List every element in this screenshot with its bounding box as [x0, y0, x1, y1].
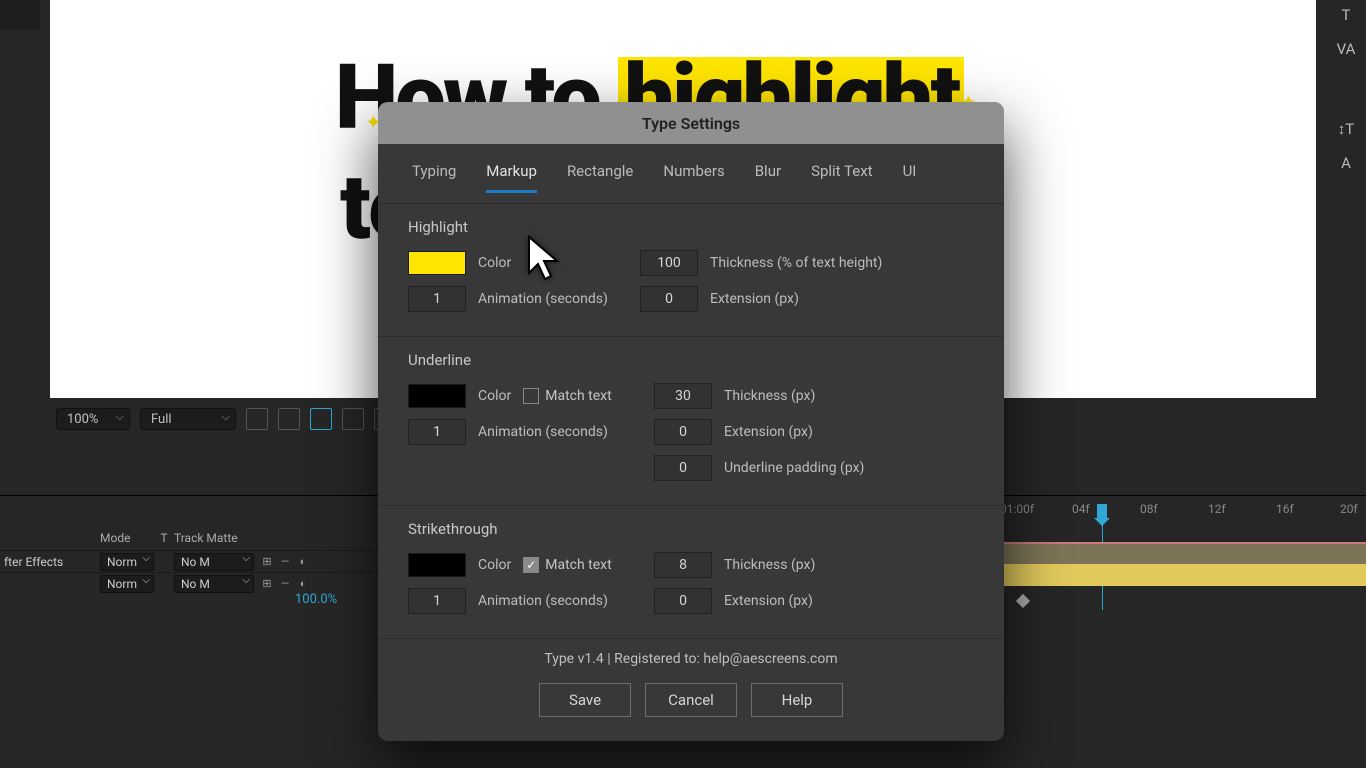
tab-rectangle[interactable]: Rectangle	[567, 162, 633, 193]
highlight-animation-input[interactable]: 1	[408, 286, 466, 312]
leading-panel-icon[interactable]: ↕T	[1328, 120, 1364, 148]
strikethrough-title: Strikethrough	[408, 520, 974, 538]
align-panel-icon[interactable]: A	[1328, 154, 1364, 182]
trackmatte-header: Track Matte	[174, 531, 254, 545]
highlight-color-label: Color	[478, 255, 511, 271]
underline-thickness-label: Thickness (px)	[724, 388, 815, 404]
dialog-title: Type Settings	[378, 102, 1004, 144]
underline-extension-label: Extension (px)	[724, 424, 813, 440]
time-tick: 04f	[1072, 502, 1090, 516]
keyframe-icon[interactable]	[1016, 594, 1030, 608]
tab-numbers[interactable]: Numbers	[663, 162, 724, 193]
underline-animation-label: Animation (seconds)	[478, 424, 608, 440]
tab-split-text[interactable]: Split Text	[811, 162, 873, 193]
underline-title: Underline	[408, 351, 974, 369]
strikethrough-section: Strikethrough Color Match text 8 Thickne…	[378, 506, 1004, 639]
playhead-icon[interactable]	[1097, 504, 1107, 518]
strike-color-swatch[interactable]	[408, 553, 466, 577]
layer-switch-icons: ⊞ — ◐	[254, 577, 310, 591]
fx-icon[interactable]: —	[278, 577, 292, 591]
help-button[interactable]: Help	[751, 683, 843, 717]
underline-section: Underline Color Match text 30 Thickness …	[378, 337, 1004, 506]
shy-icon[interactable]: ⊞	[260, 555, 274, 569]
underline-color-label: Color	[478, 388, 511, 404]
kerning-panel-icon[interactable]: VA	[1328, 40, 1364, 68]
dialog-tabs: Typing Markup Rectangle Numbers Blur Spl…	[378, 144, 1004, 204]
time-tick: 20f	[1340, 502, 1358, 516]
highlight-extension-input[interactable]: 0	[640, 286, 698, 312]
underline-thickness-input[interactable]: 30	[654, 383, 712, 409]
shy-icon[interactable]: ⊞	[260, 577, 274, 591]
strike-extension-input[interactable]: 0	[654, 588, 712, 614]
tab-typing[interactable]: Typing	[412, 162, 456, 193]
strike-thickness-input[interactable]: 8	[654, 552, 712, 578]
strike-animation-input[interactable]: 1	[408, 588, 466, 614]
strike-match-text-label: Match text	[545, 557, 611, 573]
layer-row[interactable]: fter Effects Norm No M ⊞ — ◐	[0, 550, 380, 572]
layer-bar[interactable]	[1000, 542, 1366, 564]
blend-mode-select[interactable]: Norm	[100, 553, 154, 571]
highlight-title: Highlight	[408, 218, 974, 236]
strike-thickness-label: Thickness (px)	[724, 557, 815, 573]
blend-mode-select[interactable]: Norm	[100, 575, 154, 593]
save-button[interactable]: Save	[539, 683, 631, 717]
strike-extension-label: Extension (px)	[724, 593, 813, 609]
motion-blur-icon[interactable]: ◐	[296, 555, 310, 569]
time-tick: 01:00f	[1000, 502, 1034, 516]
time-tick: 16f	[1276, 502, 1294, 516]
highlight-section: Highlight Color 100 Thickness (% of text…	[378, 204, 1004, 337]
layer-column-headers: Mode T Track Matte	[0, 526, 380, 550]
toggle-transparency-icon[interactable]	[246, 408, 268, 430]
version-info: Type v1.4 | Registered to: help@aescreen…	[378, 651, 1004, 667]
type-settings-dialog: Type Settings Typing Markup Rectangle Nu…	[378, 102, 1004, 741]
mode-header: Mode	[100, 531, 154, 545]
layer-name: fter Effects	[0, 555, 100, 569]
left-toolbar	[0, 0, 40, 30]
cancel-button[interactable]: Cancel	[645, 683, 737, 717]
toggle-proxy-icon[interactable]	[342, 408, 364, 430]
layer-switch-icons: ⊞ — ◐	[254, 555, 310, 569]
strike-animation-label: Animation (seconds)	[478, 593, 608, 609]
motion-blur-icon[interactable]: ◐	[296, 577, 310, 591]
highlight-thickness-input[interactable]: 100	[640, 250, 698, 276]
right-panel: T VA ↕T A	[1326, 0, 1366, 430]
opacity-value[interactable]: 100.0%	[295, 592, 337, 607]
resolution-select[interactable]: Full	[140, 408, 236, 430]
highlight-thickness-label: Thickness (% of text height)	[710, 255, 882, 271]
highlight-extension-label: Extension (px)	[710, 291, 799, 307]
t-header: T	[154, 531, 174, 545]
tab-blur[interactable]: Blur	[755, 162, 781, 193]
layer-row[interactable]: Norm No M ⊞ — ◐	[0, 572, 380, 594]
toggle-mask-icon[interactable]	[278, 408, 300, 430]
time-tick: 12f	[1208, 502, 1226, 516]
underline-extension-input[interactable]: 0	[654, 419, 712, 445]
highlight-animation-label: Animation (seconds)	[478, 291, 608, 307]
underline-match-text-checkbox[interactable]	[523, 388, 539, 404]
timeline-ruler[interactable]: 01:00f 04f 08f 12f 16f 20f	[1000, 500, 1366, 524]
layer-bar[interactable]	[1000, 564, 1366, 586]
zoom-select[interactable]: 100%	[56, 408, 130, 430]
character-panel-icon[interactable]: T	[1328, 6, 1364, 34]
underline-match-text-label: Match text	[545, 388, 611, 404]
trackmatte-select[interactable]: No M	[174, 575, 254, 593]
fx-icon[interactable]: —	[278, 555, 292, 569]
time-tick: 08f	[1140, 502, 1158, 516]
strike-color-label: Color	[478, 557, 511, 573]
underline-padding-input[interactable]: 0	[654, 455, 712, 481]
strike-match-text-checkbox[interactable]	[523, 557, 539, 573]
underline-padding-label: Underline padding (px)	[724, 460, 864, 476]
underline-animation-input[interactable]: 1	[408, 419, 466, 445]
trackmatte-select[interactable]: No M	[174, 553, 254, 571]
tab-ui[interactable]: UI	[903, 162, 917, 193]
underline-color-swatch[interactable]	[408, 384, 466, 408]
dialog-footer: Type v1.4 | Registered to: help@aescreen…	[378, 639, 1004, 741]
toggle-region-icon[interactable]	[310, 408, 332, 430]
highlight-color-swatch[interactable]	[408, 251, 466, 275]
tab-markup[interactable]: Markup	[486, 162, 537, 193]
timeline-tracks[interactable]	[1000, 526, 1366, 606]
